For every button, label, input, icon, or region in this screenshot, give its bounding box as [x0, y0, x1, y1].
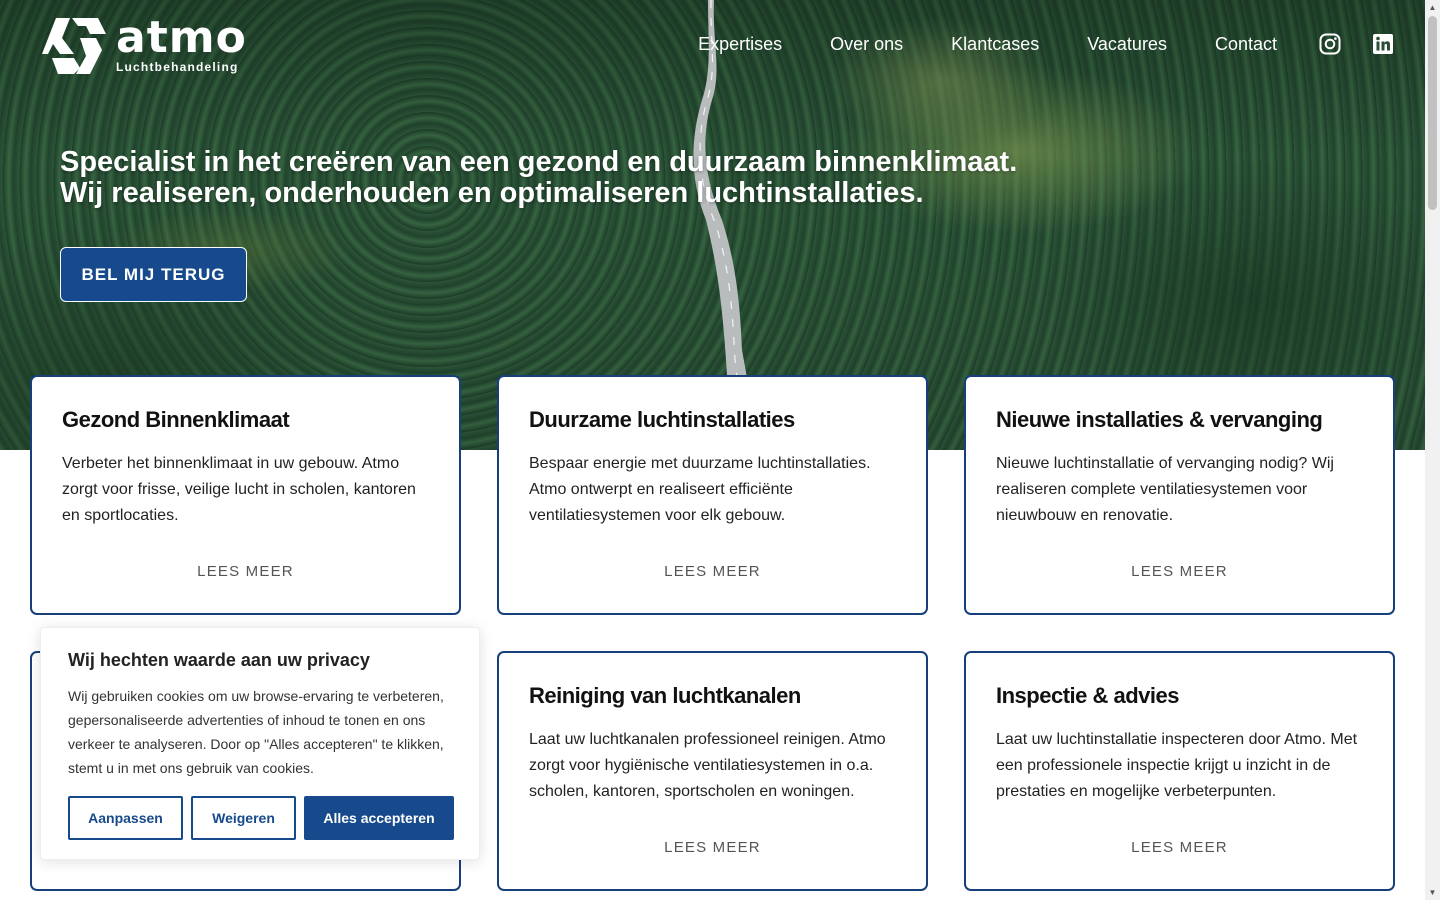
nav-item-vacatures[interactable]: Vacatures [1087, 32, 1167, 56]
card-duurzame-luchtinstallaties: Duurzame luchtinstallaties Bespaar energ… [497, 375, 928, 615]
brand-tagline: Luchtbehandeling [116, 60, 239, 74]
brand-name: atmo [116, 12, 247, 63]
card-text: Laat uw luchtinstallatie inspecteren doo… [996, 731, 1358, 800]
card-text: Bespaar energie met duurzame luchtinstal… [529, 455, 871, 524]
card-read-more-link[interactable]: LEES MEER [966, 839, 1393, 856]
cookie-title: Wij hechten waarde aan uw privacy [68, 650, 370, 670]
card-title: Gezond Binnenklimaat [62, 407, 290, 432]
call-me-back-button[interactable]: BEL MIJ TERUG [60, 247, 247, 302]
card-title: Inspectie & advies [996, 683, 1179, 708]
card-text: Verbeter het binnenklimaat in uw gebouw.… [62, 455, 416, 524]
nav-item-contact[interactable]: Contact [1215, 32, 1277, 56]
nav-item-expertises[interactable]: Expertises [698, 32, 782, 56]
cookie-reject-button[interactable]: Weigeren [191, 796, 296, 840]
nav-item-over-ons[interactable]: Over ons [830, 32, 903, 56]
card-text: Nieuwe luchtinstallatie of vervanging no… [996, 455, 1334, 524]
card-read-more-link[interactable]: LEES MEER [32, 563, 459, 580]
hero-line-2: Wij realiseren, onderhouden en optimalis… [60, 177, 924, 209]
card-title: Nieuwe installaties & vervanging [996, 407, 1323, 432]
card-title: Duurzame luchtinstallaties [529, 407, 795, 432]
hero-headline: Specialist in het creëren van een gezond… [60, 147, 1017, 209]
scrollbar-thumb[interactable] [1428, 16, 1437, 210]
card-nieuwe-installaties: Nieuwe installaties & vervanging Nieuwe … [964, 375, 1395, 615]
card-reiniging-luchtkanalen: Reiniging van luchtkanalen Laat uw lucht… [497, 651, 928, 891]
card-gezond-binnenklimaat: Gezond Binnenklimaat Verbeter het binnen… [30, 375, 461, 615]
page-scrollbar[interactable]: ▲ ▼ [1425, 0, 1440, 900]
hero-line-1: Specialist in het creëren van een gezond… [60, 146, 1018, 178]
atmo-logo[interactable]: atmo Luchtbehandeling [40, 14, 250, 78]
atmo-logo-mark-icon [42, 18, 106, 74]
card-inspectie-advies: Inspectie & advies Laat uw luchtinstalla… [964, 651, 1395, 891]
main-nav: Expertises Over ons Klantcases Vacatures… [698, 32, 1394, 56]
cookie-customize-button[interactable]: Aanpassen [68, 796, 183, 840]
card-text: Laat uw luchtkanalen professioneel reini… [529, 731, 886, 800]
scroll-up-arrow-icon[interactable]: ▲ [1425, 0, 1440, 15]
card-read-more-link[interactable]: LEES MEER [966, 563, 1393, 580]
cookie-text: Wij gebruiken cookies om uw browse-ervar… [68, 688, 444, 776]
nav-item-klantcases[interactable]: Klantcases [951, 32, 1039, 56]
cookie-accept-all-button[interactable]: Alles accepteren [304, 796, 454, 840]
cookie-consent-banner: Wij hechten waarde aan uw privacy Wij ge… [40, 627, 480, 860]
scroll-down-arrow-icon[interactable]: ▼ [1425, 885, 1440, 900]
linkedin-icon[interactable] [1372, 33, 1394, 55]
social-links [1319, 33, 1394, 55]
card-title: Reiniging van luchtkanalen [529, 683, 801, 708]
instagram-icon[interactable] [1319, 33, 1341, 55]
card-read-more-link[interactable]: LEES MEER [499, 563, 926, 580]
card-read-more-link[interactable]: LEES MEER [499, 839, 926, 856]
